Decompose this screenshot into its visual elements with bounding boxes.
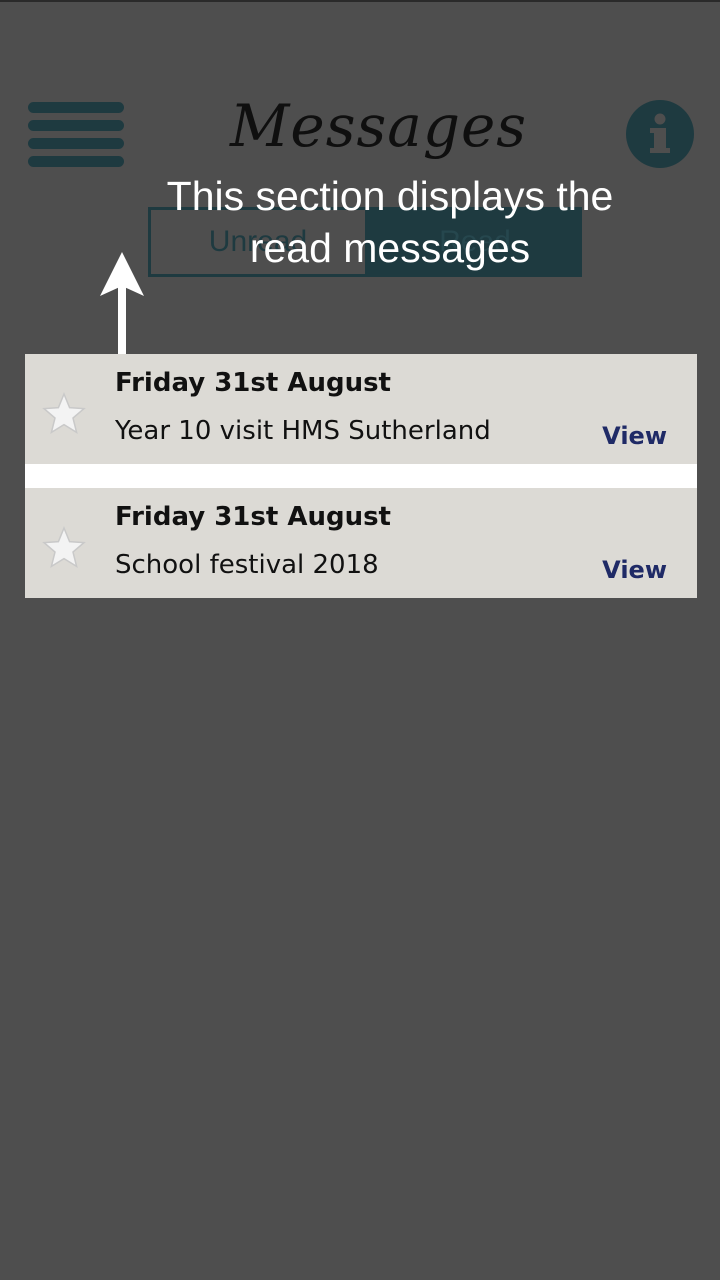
message-list: Friday 31st August Year 10 visit HMS Sut…	[25, 354, 697, 598]
hamburger-menu-icon[interactable]	[28, 100, 124, 168]
list-item[interactable]: Friday 31st August Year 10 visit HMS Sut…	[25, 354, 697, 464]
message-subject: School festival 2018	[115, 550, 379, 580]
message-date: Friday 31st August	[115, 368, 391, 398]
star-icon[interactable]	[42, 392, 86, 436]
list-item[interactable]: Friday 31st August School festival 2018 …	[25, 488, 697, 598]
arrow-up-icon	[98, 252, 146, 356]
tutorial-tooltip: This section displays the read messages	[166, 173, 614, 271]
screen: Messages Unread Read This section displa…	[0, 0, 720, 1280]
view-link[interactable]: View	[602, 422, 667, 450]
page-title: Messages	[230, 92, 528, 160]
status-line	[0, 0, 720, 2]
view-link[interactable]: View	[602, 556, 667, 584]
star-icon[interactable]	[42, 526, 86, 570]
message-date: Friday 31st August	[115, 502, 391, 532]
message-subject: Year 10 visit HMS Sutherland	[115, 416, 491, 446]
info-icon[interactable]	[626, 100, 694, 168]
